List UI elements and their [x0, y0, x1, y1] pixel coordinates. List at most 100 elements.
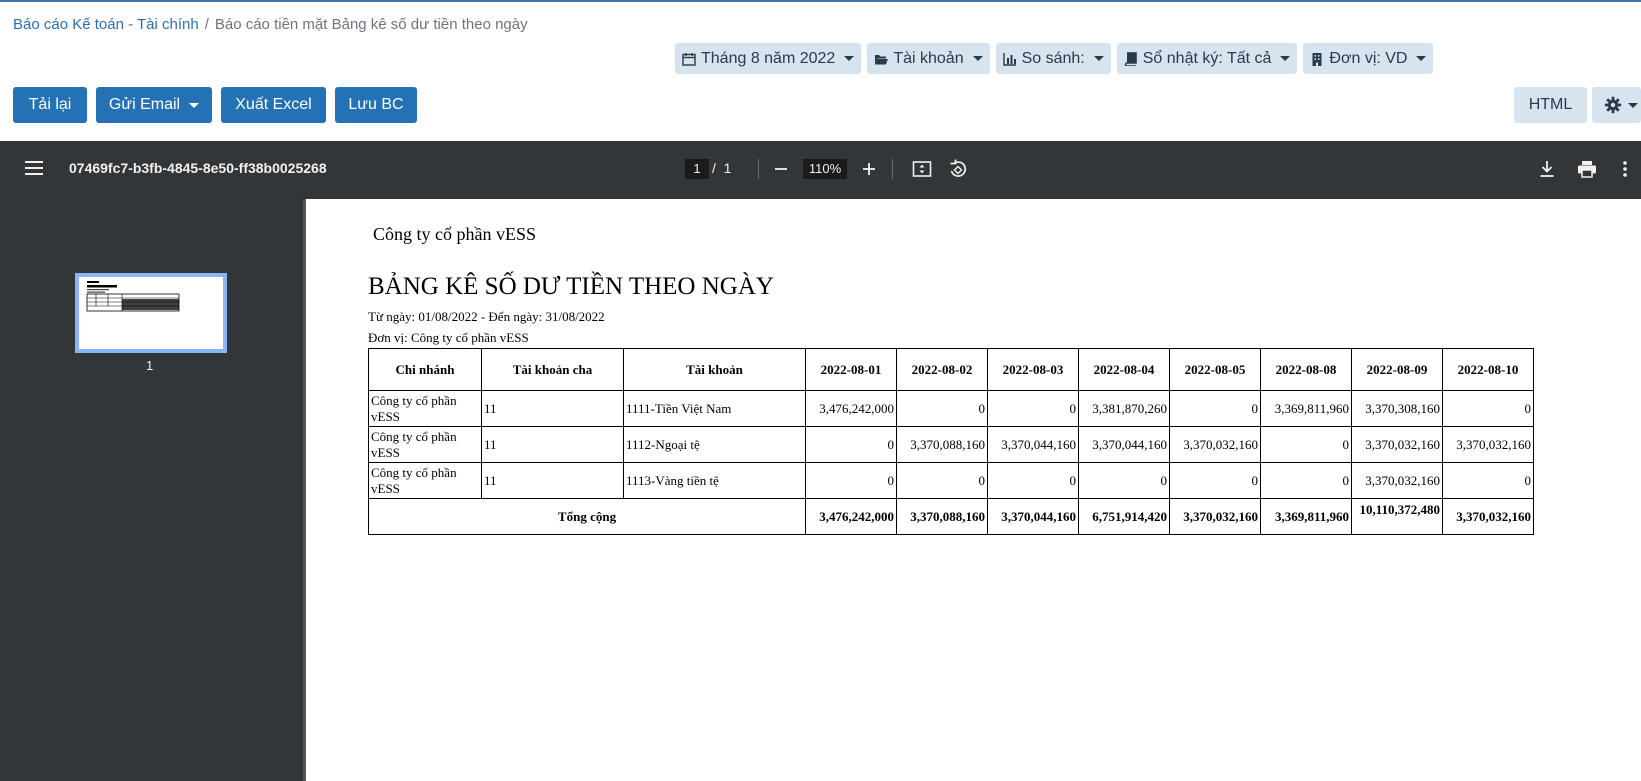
table-cell: 3,370,044,160 [1078, 426, 1170, 463]
reload-button[interactable]: Tải lại [13, 87, 87, 123]
building-icon [1312, 52, 1322, 66]
table-cell: 3,370,088,160 [896, 426, 988, 463]
column-header: 2022-08-02 [896, 348, 988, 391]
send-email-label: Gửi Email [108, 96, 181, 113]
table-cell: 0 [805, 426, 897, 463]
report-unit: Đơn vị: Công ty cổ phần vESS [368, 330, 529, 345]
table-cell: 1112-Ngoại tệ [623, 426, 806, 463]
chevron-down-icon [844, 56, 855, 61]
table-row: Công ty cổ phần vESS 11 1112-Ngoại tệ 0 … [368, 426, 1534, 463]
report-header: Báo cáo Kế toán - Tài chính / Báo cáo tiền… [0, 2, 1641, 141]
send-email-button[interactable]: Gửi Email [96, 87, 212, 123]
table-cell: 0 [1442, 390, 1534, 427]
pdf-file-name: 07469fc7-b3fb-4845-8e50-ff38b0025268 [69, 160, 327, 176]
table-cell: 0 [1169, 390, 1261, 427]
chevron-down-icon [1628, 102, 1638, 108]
column-header: 2022-08-05 [1169, 348, 1261, 391]
zoom-level-input[interactable]: 110% [803, 159, 847, 179]
toolbar-divider [892, 159, 893, 179]
balance-table: Chi nhánh Tài khoản cha Tài khoản 2022-0… [368, 348, 1534, 535]
zoom-in-icon[interactable] [858, 158, 880, 180]
save-report-button[interactable]: Lưu BC [335, 87, 417, 123]
folder-open-icon [875, 54, 889, 64]
table-cell: Công ty cổ phần vESS [368, 462, 482, 499]
table-cell: 0 [805, 462, 897, 499]
total-cell: 3,369,811,960 [1260, 498, 1352, 535]
thumbnail-sidebar: 1 [0, 199, 303, 781]
period-filter-label: Tháng 8 năm 2022 [701, 49, 836, 67]
more-options-icon[interactable] [1614, 158, 1636, 180]
pdf-toolbar: 07469fc7-b3fb-4845-8e50-ff38b0025268 1 /… [0, 141, 1641, 199]
column-header: 2022-08-08 [1260, 348, 1352, 391]
chevron-down-icon [1280, 56, 1291, 61]
journal-filter-dropdown[interactable]: Sổ nhật ký: Tất cả [1116, 43, 1298, 74]
column-header: Tài khoản [623, 348, 806, 391]
table-cell: 0 [1442, 462, 1534, 499]
pdf-page: Công ty cổ phần vESS BẢNG KÊ SỐ DƯ TIỀN … [306, 199, 1641, 781]
total-cell: 3,370,032,160 [1169, 498, 1261, 535]
filter-bar: Tháng 8 năm 2022 Tài khoản So sánh: Sổ n… [675, 43, 1434, 74]
column-header: 2022-08-01 [805, 348, 897, 391]
unit-filter-dropdown[interactable]: Đơn vị: VD [1303, 43, 1434, 74]
breadcrumb-parent-link[interactable]: Báo cáo Kế toán - Tài chính [13, 16, 199, 33]
fit-page-icon[interactable] [911, 158, 933, 180]
column-header: 2022-08-04 [1078, 348, 1170, 391]
book-icon [1124, 51, 1137, 66]
report-date-range: Từ ngày: 01/08/2022 - Đến ngày: 31/08/20… [368, 309, 605, 324]
report-company: Công ty cổ phần vESS [373, 224, 537, 244]
table-cell: 3,370,032,160 [1351, 462, 1443, 499]
total-pages: 1 [723, 160, 732, 176]
breadcrumb-separator: / [204, 16, 209, 33]
report-title: BẢNG KÊ SỐ DƯ TIỀN THEO NGÀY [368, 273, 774, 300]
table-cell: 3,381,870,260 [1078, 390, 1170, 427]
table-cell: Công ty cổ phần vESS [368, 426, 482, 463]
table-row: Công ty cổ phần vESS 11 1113-Vàng tiền t… [368, 462, 1534, 499]
total-cell: 6,751,914,420 [1078, 498, 1170, 535]
html-button[interactable]: HTML [1514, 87, 1587, 123]
export-excel-button[interactable]: Xuất Excel [221, 87, 326, 123]
total-label: Tổng cộng [368, 498, 806, 535]
period-filter-dropdown[interactable]: Tháng 8 năm 2022 [675, 43, 862, 74]
table-cell: 0 [1260, 426, 1352, 463]
download-icon[interactable] [1536, 158, 1558, 180]
table-cell: 3,476,242,000 [805, 390, 897, 427]
table-cell: 3,370,032,160 [1169, 426, 1261, 463]
table-cell: 0 [896, 390, 988, 427]
chevron-down-icon [1416, 56, 1427, 61]
table-cell: 3,370,308,160 [1351, 390, 1443, 427]
account-filter-dropdown[interactable]: Tài khoản [867, 43, 990, 74]
zoom-out-icon[interactable] [770, 158, 792, 180]
page-thumbnail[interactable] [75, 273, 227, 353]
column-header: Tài khoản cha [481, 348, 624, 391]
table-cell: 11 [481, 426, 624, 463]
account-filter-label: Tài khoản [893, 49, 964, 67]
menu-icon[interactable] [25, 161, 43, 175]
breadcrumb: Báo cáo Kế toán - Tài chính / Báo cáo tiền… [13, 16, 528, 33]
table-header-row: Chi nhánh Tài khoản cha Tài khoản 2022-0… [368, 348, 1534, 391]
chevron-down-icon [972, 56, 983, 61]
bar-chart-icon [1002, 52, 1016, 66]
table-cell: 0 [1078, 462, 1170, 499]
rotate-icon[interactable] [947, 158, 969, 180]
page-count: / 1 [712, 160, 731, 176]
calendar-icon [682, 52, 696, 66]
total-cell: 3,370,044,160 [987, 498, 1079, 535]
page-number-input[interactable]: 1 [685, 159, 709, 179]
table-cell: 0 [987, 390, 1079, 427]
compare-filter-dropdown[interactable]: So sánh: [995, 43, 1111, 74]
table-cell: 1113-Vàng tiền tệ [623, 462, 806, 499]
compare-filter-label: So sánh: [1021, 49, 1085, 67]
thumbnail-page-number: 1 [146, 358, 154, 373]
chevron-down-icon [1093, 56, 1104, 61]
table-cell: 0 [896, 462, 988, 499]
settings-dropdown[interactable] [1592, 87, 1641, 123]
column-header: 2022-08-09 [1351, 348, 1443, 391]
total-cell: 10,110,372,480 [1351, 498, 1443, 535]
table-cell: 0 [1169, 462, 1261, 499]
toolbar-divider [758, 159, 759, 179]
unit-filter-label: Đơn vị: VD [1329, 49, 1408, 67]
print-icon[interactable] [1576, 158, 1598, 180]
table-row: Công ty cổ phần vESS 11 1111-Tiền Việt N… [368, 390, 1534, 427]
column-header: Chi nhánh [368, 348, 482, 391]
table-cell: 3,370,032,160 [1442, 426, 1534, 463]
